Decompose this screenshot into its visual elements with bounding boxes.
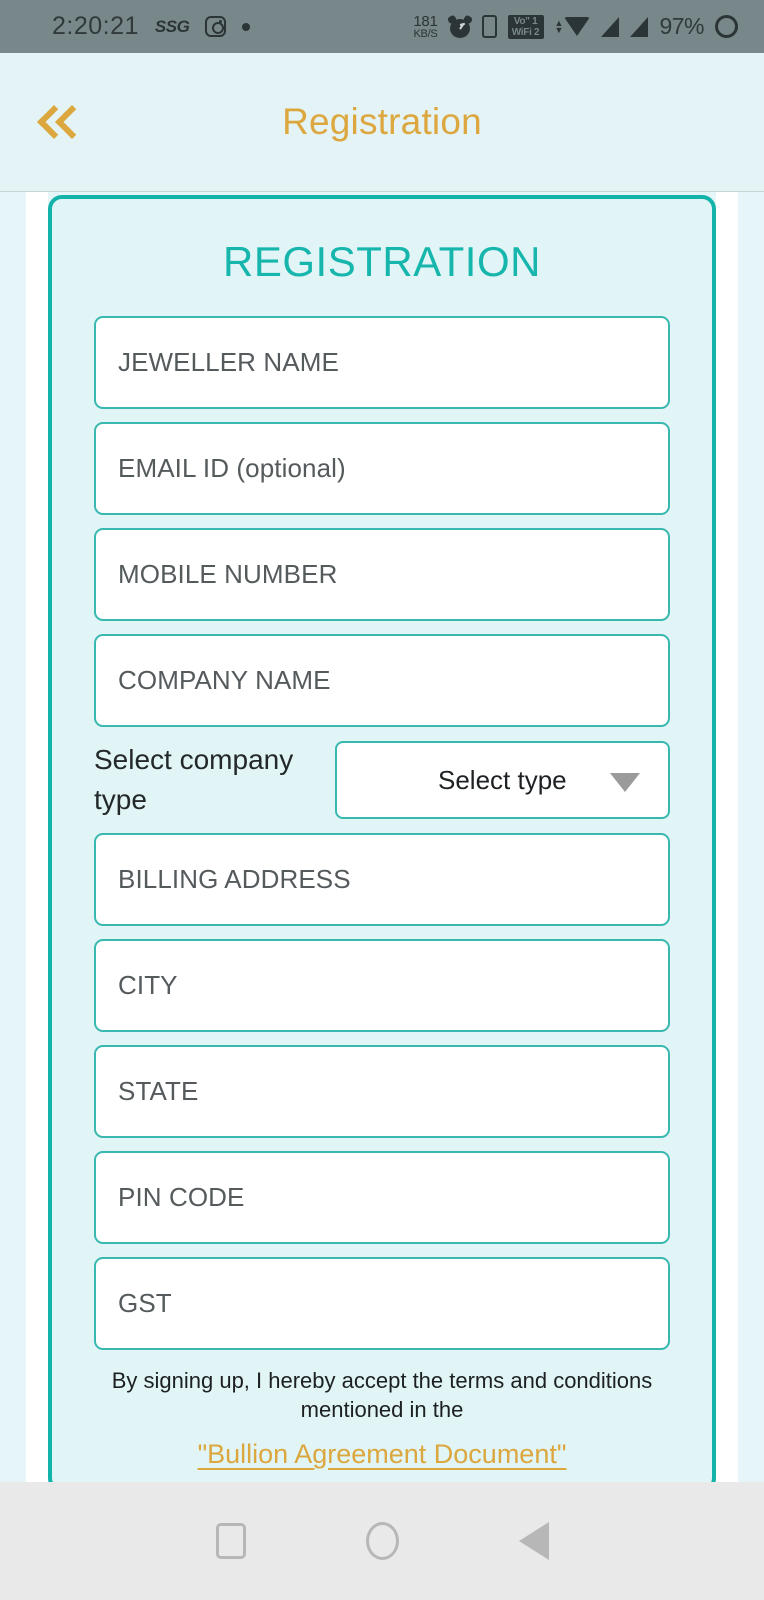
bullion-agreement-document-link[interactable]: "Bullion Agreement Document" [94, 1439, 670, 1470]
company-type-value: Select type [438, 764, 567, 795]
page-title: Registration [282, 101, 482, 142]
wifi-icon: ▲ ▼ [555, 17, 591, 36]
dot-icon [242, 22, 251, 31]
phone-icon [481, 15, 497, 38]
status-bar-right: 181 KB/S Vo" 1 WiFi 2 ▲ ▼ 97% [413, 0, 738, 53]
instagram-icon [205, 16, 227, 37]
chevron-down-icon [610, 773, 640, 792]
jeweller-name-field[interactable]: JEWELLER NAME [94, 316, 670, 409]
network-speed-value: 181 [413, 12, 438, 30]
battery-ring-icon [715, 15, 738, 38]
company-name-placeholder: COMPANY NAME [118, 665, 331, 695]
mobile-number-field[interactable]: MOBILE NUMBER [94, 528, 670, 621]
network-speed-indicator: 181 KB/S [413, 14, 437, 40]
billing-address-field[interactable]: BILLING ADDRESS [94, 833, 670, 926]
back-button[interactable] [32, 102, 94, 142]
double-chevron-left-icon-2 [55, 105, 89, 139]
city-field[interactable]: CITY [94, 939, 670, 1032]
city-placeholder: CITY [118, 970, 178, 1000]
billing-address-placeholder: BILLING ADDRESS [118, 864, 351, 894]
mobile-number-placeholder: MOBILE NUMBER [118, 559, 338, 589]
company-type-row: Select company type Select type [94, 740, 670, 820]
jeweller-name-placeholder: JEWELLER NAME [118, 347, 339, 377]
registration-screen: REGISTRATION JEWELLER NAME EMAIL ID (opt… [0, 192, 764, 1482]
vowifi-icon: Vo" 1 WiFi 2 [507, 14, 544, 39]
android-nav-bar [0, 1482, 764, 1600]
status-bar-left: 2:20:21 SSG [52, 12, 251, 41]
pin-code-placeholder: PIN CODE [118, 1182, 245, 1212]
left-gutter [26, 192, 48, 1482]
app-bar: Registration [0, 53, 764, 192]
email-id-placeholder: EMAIL ID (optional) [118, 453, 346, 483]
pin-code-field[interactable]: PIN CODE [94, 1151, 670, 1244]
registration-heading: REGISTRATION [223, 238, 541, 285]
square-recents-icon[interactable] [215, 1523, 246, 1559]
circle-home-icon[interactable] [365, 1522, 399, 1560]
signal-bars-icon-2 [630, 16, 649, 37]
carrier-label: SSG [154, 16, 190, 36]
terms-text: By signing up, I hereby accept the terms… [111, 1368, 653, 1422]
battery-percent: 97% [659, 13, 704, 39]
gst-field[interactable]: GST [94, 1257, 670, 1350]
alarm-icon [446, 13, 473, 38]
email-id-field[interactable]: EMAIL ID (optional) [94, 422, 670, 515]
signal-bars-icon-1 [601, 16, 620, 37]
right-gutter [716, 192, 738, 1482]
gst-placeholder: GST [118, 1288, 172, 1318]
status-time: 2:20:21 [52, 12, 139, 40]
company-type-select[interactable]: Select type [334, 741, 670, 819]
state-placeholder: STATE [118, 1076, 199, 1106]
company-name-field[interactable]: COMPANY NAME [94, 634, 670, 727]
registration-card: REGISTRATION JEWELLER NAME EMAIL ID (opt… [48, 195, 716, 1482]
status-bar: 2:20:21 SSG 181 KB/S Vo" 1 WiFi 2 ▲ ▼ 97% [0, 0, 764, 53]
triangle-back-icon[interactable] [518, 1522, 549, 1560]
company-type-label: Select company type [94, 744, 294, 815]
network-speed-unit: KB/S [413, 27, 438, 40]
state-field[interactable]: STATE [94, 1045, 670, 1138]
